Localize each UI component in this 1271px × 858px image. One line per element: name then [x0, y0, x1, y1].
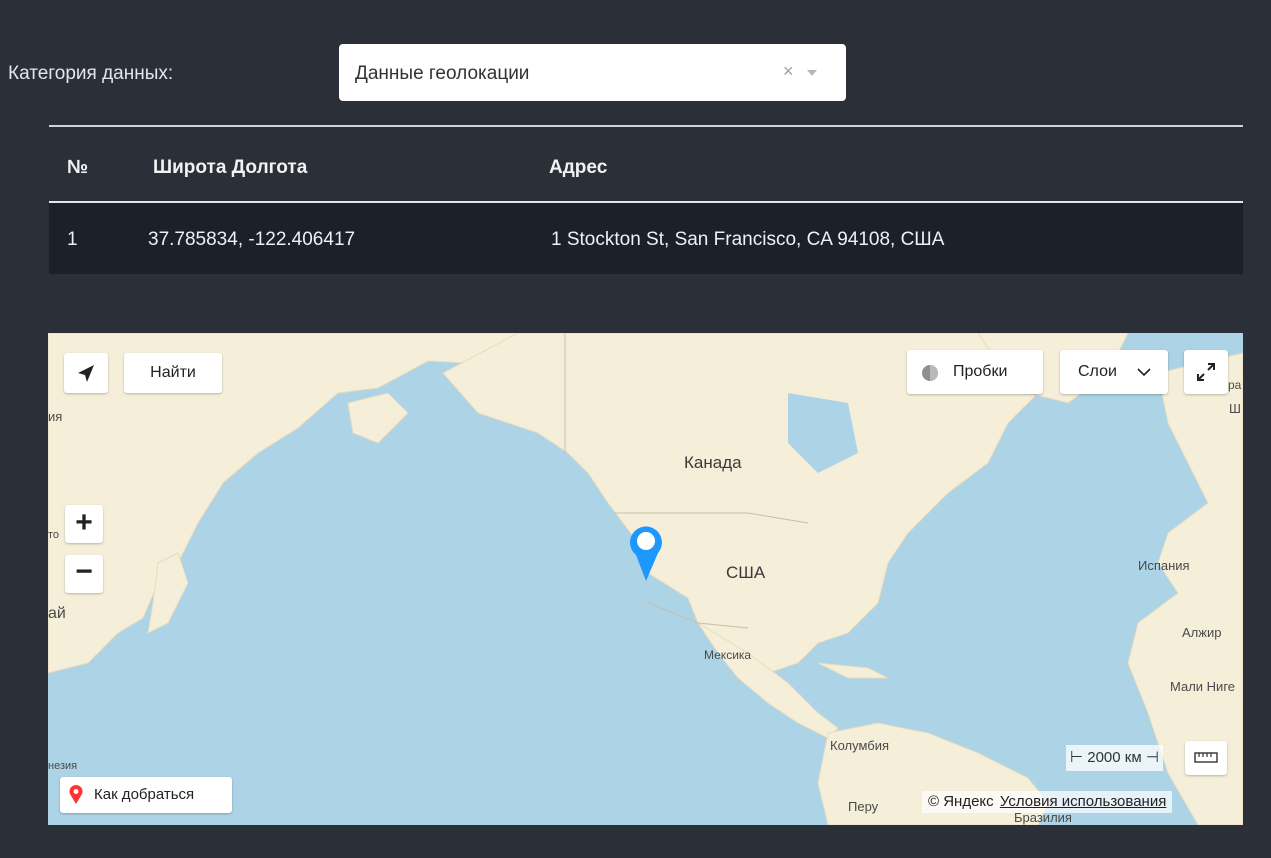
- column-header-number: №: [67, 157, 89, 178]
- scale-right-tick: ⊣: [1145, 749, 1159, 766]
- map-label-peru: Перу: [848, 799, 879, 814]
- data-category-filter: Категория данных: Данные геолокации ×: [0, 44, 1271, 101]
- clear-icon[interactable]: ×: [783, 61, 794, 82]
- geolocation-table: № Широта Долгота Адрес 1 37.785834, -122…: [49, 125, 1243, 274]
- traffic-button[interactable]: Пробки: [907, 350, 1043, 394]
- traffic-icon: [922, 365, 938, 381]
- column-header-address: Адрес: [549, 157, 608, 178]
- row-number: 1: [67, 229, 78, 250]
- copyright-text: © Яндекс: [928, 793, 994, 810]
- route-label: Как добраться: [94, 786, 195, 803]
- layers-button[interactable]: Слои: [1060, 350, 1168, 394]
- zoom-out-button[interactable]: −: [65, 555, 103, 593]
- fullscreen-button[interactable]: [1184, 350, 1228, 394]
- map-label-colombia: Колумбия: [830, 738, 889, 753]
- map-label-canada: Канада: [684, 453, 742, 472]
- terms-link[interactable]: Условия использования: [1000, 793, 1167, 810]
- column-header-coordinates: Широта Долгота: [153, 157, 308, 178]
- expand-icon: [1197, 363, 1215, 381]
- ruler-icon: [1194, 752, 1218, 763]
- scale-label: 2000 км: [1087, 749, 1142, 766]
- zoom-in-button[interactable]: +: [65, 505, 103, 543]
- chevron-down-icon[interactable]: [807, 70, 817, 76]
- route-button[interactable]: Как добраться: [60, 777, 232, 813]
- ruler-button[interactable]: [1185, 741, 1227, 775]
- map-label-edge-to: то: [48, 529, 60, 541]
- find-button[interactable]: Найти: [124, 353, 222, 393]
- traffic-label: Пробки: [953, 363, 1008, 380]
- location-marker-icon[interactable]: [626, 523, 666, 583]
- geolocation-button[interactable]: [64, 353, 108, 393]
- map-scale: ⊢ 2000 км ⊣: [1066, 745, 1163, 771]
- data-category-select[interactable]: Данные геолокации ×: [339, 44, 846, 101]
- layers-label: Слои: [1078, 363, 1117, 380]
- row-address: 1 Stockton St, San Francisco, CA 94108, …: [551, 229, 945, 250]
- table-header: № Широта Долгота Адрес: [49, 127, 1243, 203]
- route-pin-icon: [69, 785, 83, 804]
- map-label-algeria: Алжир: [1182, 625, 1222, 640]
- map-label-edge-ia: ия: [48, 409, 63, 424]
- map-label-edge-ra: ра: [1228, 378, 1242, 392]
- map-label-spain: Испания: [1138, 558, 1190, 573]
- map-label-edge-nezia: незия: [48, 760, 78, 772]
- map-attribution: © Яндекс Условия использования: [922, 791, 1173, 813]
- row-coordinates: 37.785834, -122.406417: [148, 229, 356, 250]
- chevron-down-icon: [1137, 368, 1151, 377]
- data-category-label: Категория данных:: [8, 63, 174, 84]
- location-arrow-icon: [78, 365, 94, 382]
- map-label-mali: Мали Ниге: [1170, 679, 1235, 694]
- table-row[interactable]: 1 37.785834, -122.406417 1 Stockton St, …: [49, 203, 1243, 274]
- map-label-usa: США: [726, 563, 766, 582]
- map-label-edge-sh: Ш: [1229, 401, 1241, 416]
- map-label-mexico: Мексика: [704, 648, 752, 662]
- scale-left-tick: ⊢: [1070, 749, 1084, 766]
- find-button-label: Найти: [150, 364, 196, 381]
- map-label-edge-ai: ай: [48, 605, 66, 622]
- data-category-selected-value: Данные геолокации: [355, 63, 530, 84]
- yandex-map[interactable]: Найти Пробки Слои + − Канада США Мексика…: [48, 333, 1243, 825]
